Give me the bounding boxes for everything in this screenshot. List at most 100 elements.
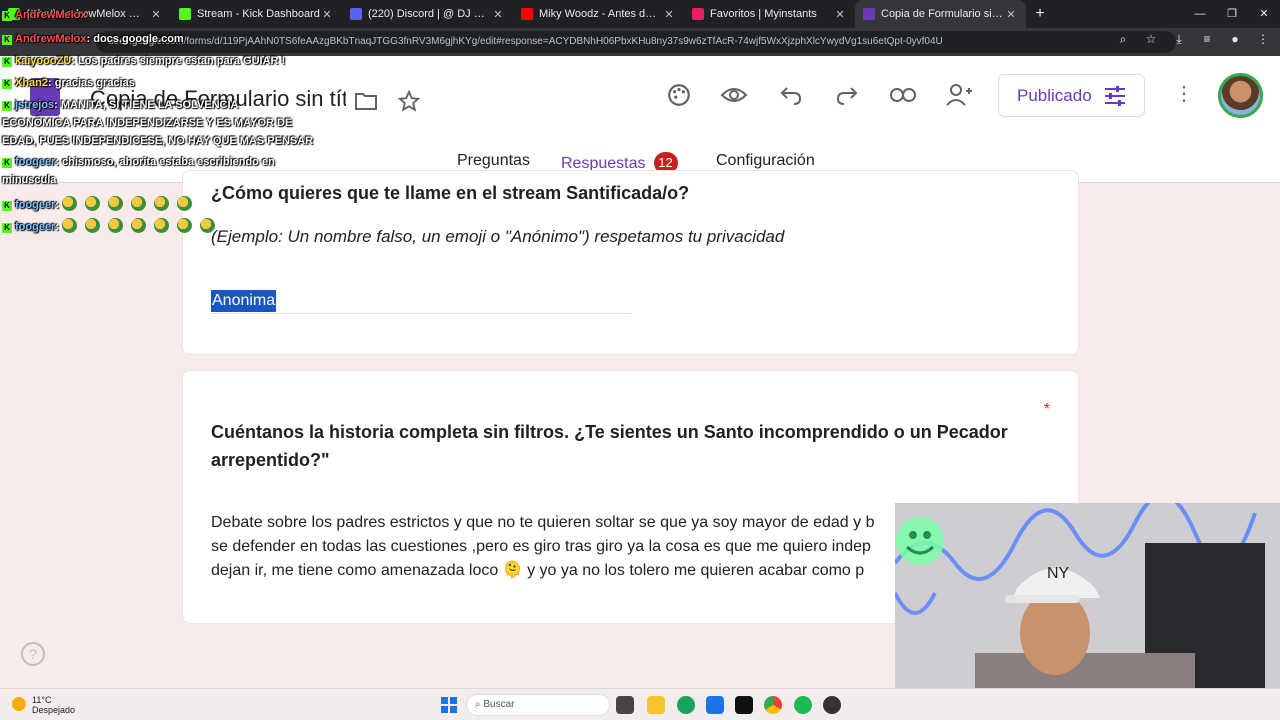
browser-tab-youtube[interactable]: Miky Woodz - Antes de Mo ✕ bbox=[513, 0, 684, 28]
profile-icon[interactable]: ● bbox=[1226, 32, 1244, 47]
chat-username: foogeer bbox=[15, 199, 56, 211]
preview-eye-icon[interactable] bbox=[719, 80, 749, 110]
undo-icon[interactable] bbox=[776, 80, 806, 110]
task-view-icon[interactable] bbox=[616, 696, 634, 714]
account-avatar[interactable] bbox=[1218, 73, 1263, 118]
chat-text: : chismoso, ahorita estaba escribiendo e… bbox=[55, 156, 275, 168]
emote-icon bbox=[177, 196, 193, 211]
help-button[interactable]: ? bbox=[21, 642, 45, 666]
star-icon[interactable] bbox=[394, 86, 424, 116]
browser-tab-myinstants[interactable]: Favoritos | Myinstants ✕ bbox=[684, 0, 855, 28]
question-title: ¿Cómo quieres que te llame en el stream … bbox=[211, 183, 690, 203]
answer-line: se defender en todas las cuestiones ,per… bbox=[211, 538, 871, 555]
edge-icon[interactable] bbox=[677, 696, 695, 714]
chat-text: : bbox=[55, 199, 60, 211]
windows-start-icon[interactable] bbox=[441, 697, 457, 713]
kick-badge-icon: K bbox=[2, 201, 12, 211]
long-answer-text[interactable]: Debate sobre los padres estrictos y que … bbox=[211, 511, 911, 583]
kick-badge-icon: K bbox=[2, 158, 12, 168]
close-tab-icon[interactable]: ✕ bbox=[491, 8, 505, 21]
folder-icon[interactable] bbox=[351, 86, 381, 116]
spotify-icon[interactable] bbox=[794, 696, 812, 714]
palette-icon[interactable] bbox=[664, 80, 694, 110]
moon-icon bbox=[12, 697, 26, 711]
search-placeholder: Buscar bbox=[483, 699, 515, 710]
chrome-icon[interactable] bbox=[764, 696, 782, 714]
chat-message: K Xhan2: gracias gracias bbox=[2, 77, 135, 89]
question-title-line2: arrepentido?" bbox=[211, 450, 330, 470]
chat-username: AndrewMelox bbox=[15, 9, 87, 21]
link-icon[interactable] bbox=[888, 80, 918, 110]
browser-tab-kick-dashboard[interactable]: Stream - Kick Dashboard ✕ bbox=[171, 0, 342, 28]
more-options-icon[interactable]: ⋮ bbox=[1174, 84, 1194, 104]
browser-toolbar: docs.google.com/forms/d/119PjAAhN0TS6feA… bbox=[0, 28, 1280, 56]
chat-message-cont: minuscula bbox=[2, 174, 57, 186]
emote-icon bbox=[177, 218, 193, 233]
browser-tab-forms[interactable]: Copia de Formulario sin título ✕ bbox=[855, 0, 1026, 28]
download-icon[interactable]: ⤓ bbox=[1170, 32, 1188, 47]
close-tab-icon[interactable]: ✕ bbox=[662, 8, 676, 21]
taskbar-search[interactable]: ⌕ Buscar bbox=[466, 694, 610, 716]
myinstants-favicon-icon bbox=[692, 8, 704, 20]
tab-title: Stream - Kick Dashboard bbox=[197, 8, 320, 20]
publish-label: Publicado bbox=[1017, 85, 1092, 105]
weather-status: Despejado bbox=[32, 705, 76, 715]
answer-line: Debate sobre los padres estrictos y que … bbox=[211, 514, 875, 531]
emote-icon bbox=[131, 218, 147, 233]
address-bar[interactable]: docs.google.com/forms/d/119PjAAhN0TS6feA… bbox=[96, 31, 1176, 53]
bookmark-star-icon[interactable]: ☆ bbox=[1142, 32, 1160, 47]
chat-message: Kfoogeer: bbox=[2, 196, 200, 211]
redo-icon[interactable] bbox=[832, 80, 862, 110]
answer-line: dejan ir, me tiene como amenazada loco 🫠… bbox=[211, 562, 865, 579]
kick-badge-icon: K bbox=[2, 79, 12, 89]
app-icon[interactable] bbox=[735, 696, 753, 714]
answer-text[interactable]: Anonima bbox=[211, 290, 277, 312]
close-window-icon[interactable]: ✕ bbox=[1248, 0, 1280, 28]
weather-widget[interactable]: 11°C Despejado bbox=[12, 695, 75, 715]
restore-icon[interactable]: ❐ bbox=[1216, 0, 1248, 28]
browser-tab-discord[interactable]: (220) Discord | @ DJ SANRO ✕ bbox=[342, 0, 513, 28]
chat-username: Xhan2 bbox=[15, 77, 49, 89]
toolbar-actions: ⌕ ☆ ⤓ ≡ ● ⋮ bbox=[1114, 32, 1272, 47]
forms-favicon-icon bbox=[863, 8, 875, 20]
publish-button[interactable]: Publicado bbox=[998, 74, 1145, 117]
store-icon[interactable] bbox=[706, 696, 724, 714]
minimize-icon[interactable]: — bbox=[1184, 0, 1216, 28]
question-card-name: ¿Cómo quieres que te llame en el stream … bbox=[182, 170, 1079, 355]
youtube-favicon-icon bbox=[521, 8, 533, 20]
close-tab-icon[interactable]: ✕ bbox=[149, 8, 163, 21]
media-control-icon[interactable]: ≡ bbox=[1198, 32, 1216, 47]
zoom-icon[interactable]: ⌕ bbox=[1114, 32, 1132, 47]
question-title-line1: Cuéntanos la historia completa sin filtr… bbox=[211, 422, 1008, 442]
chat-message: Kfoogeer: chismoso, ahorita estaba escri… bbox=[2, 156, 275, 168]
obs-icon[interactable] bbox=[823, 696, 841, 714]
kick-favicon-icon bbox=[179, 8, 191, 20]
close-tab-icon[interactable]: ✕ bbox=[320, 8, 334, 21]
emote-icon bbox=[154, 196, 170, 211]
required-mark: * bbox=[1043, 401, 1050, 418]
tab-title: Miky Woodz - Antes de Mo bbox=[539, 8, 662, 20]
answer-underline bbox=[211, 313, 631, 314]
file-explorer-icon[interactable] bbox=[647, 696, 665, 714]
new-tab-button[interactable]: + bbox=[1026, 0, 1054, 28]
chat-username: foogeer bbox=[15, 221, 56, 233]
weather-temp: 11°C bbox=[32, 695, 52, 705]
chrome-menu-icon[interactable]: ⋮ bbox=[1254, 32, 1272, 47]
add-collaborator-icon[interactable] bbox=[944, 80, 974, 110]
kick-badge-icon: K bbox=[2, 35, 12, 45]
close-tab-icon[interactable]: ✕ bbox=[833, 8, 847, 21]
svg-text:NY: NY bbox=[1047, 565, 1070, 582]
chat-text: : docs.google.com bbox=[86, 33, 184, 45]
window-controls: — ❐ ✕ bbox=[1184, 0, 1280, 28]
chat-message-cont: ECONÓMICA PARA INDEPENDIZARSE Y ES MAYOR… bbox=[2, 117, 293, 129]
chat-text: : gracias gracias bbox=[48, 77, 135, 89]
chat-text: : MANITA, SI TIENE LA SOLVENCIA bbox=[54, 99, 239, 111]
discord-favicon-icon bbox=[350, 8, 362, 20]
emote-icon bbox=[85, 218, 101, 233]
chat-text: : bbox=[55, 221, 60, 233]
chat-message: K AndrewMelox: docs.google.com bbox=[2, 33, 184, 45]
close-tab-icon[interactable]: ✕ bbox=[1004, 8, 1018, 21]
kick-badge-icon: K bbox=[2, 11, 12, 21]
emote-icon bbox=[62, 218, 78, 233]
emote-icon bbox=[62, 196, 78, 211]
